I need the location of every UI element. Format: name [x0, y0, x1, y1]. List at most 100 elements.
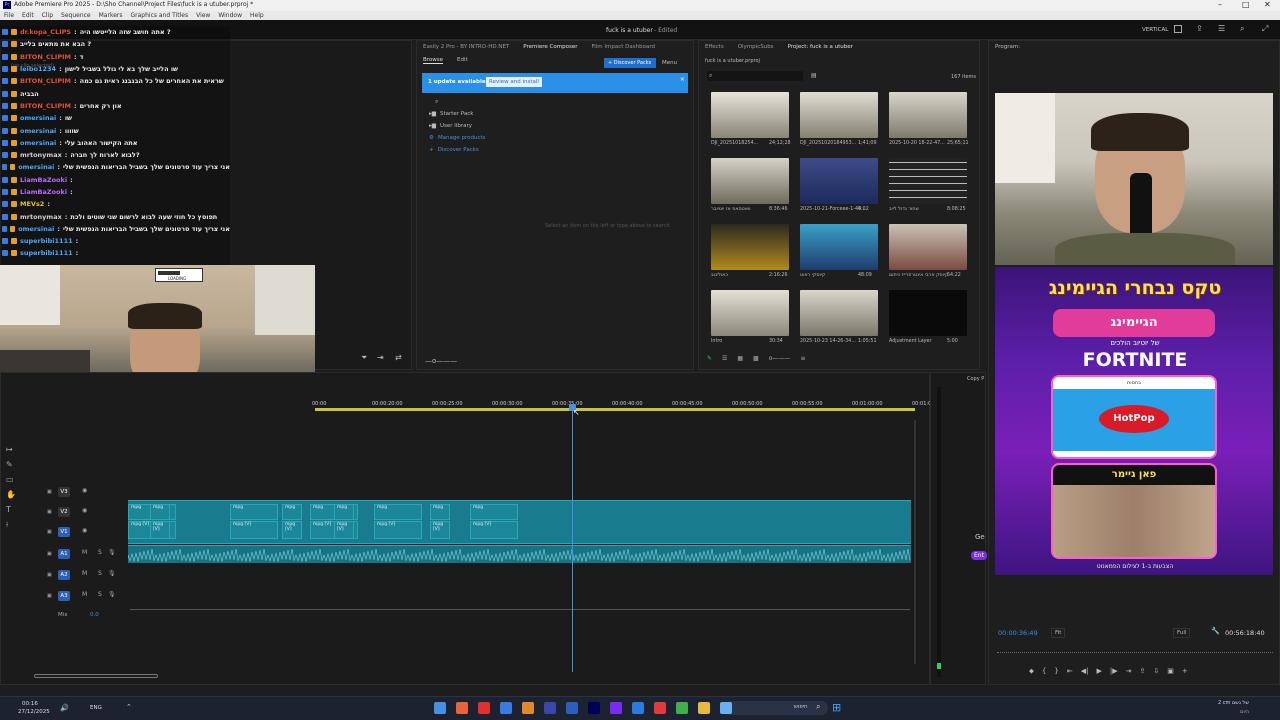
step-forward-icon[interactable]: |▶ — [1110, 667, 1118, 677]
notes-icon[interactable] — [500, 702, 512, 714]
icon-view-icon[interactable]: ▦ — [737, 355, 743, 365]
mix-value[interactable]: 0.0 — [90, 612, 99, 618]
add-icon[interactable]: + — [1182, 667, 1188, 677]
taskbar-search[interactable]: חיפוש ⌕ — [724, 701, 828, 715]
fullscreen-icon[interactable]: ⤢ — [1262, 24, 1268, 34]
chat-username[interactable]: superbibi1111 — [20, 249, 73, 257]
hamburger-icon[interactable]: ☰ — [1218, 24, 1225, 33]
lock-icon[interactable]: ▣ — [47, 489, 52, 495]
video-clip[interactable]: mpg [V] — [374, 521, 422, 539]
video-clip[interactable]: mpg — [430, 504, 450, 520]
panel-toggle-icon[interactable] — [1174, 25, 1182, 33]
chat-username[interactable]: LiamBaZooki — [20, 176, 67, 184]
clock-date[interactable]: 27/12/2025 — [18, 709, 50, 715]
assistant-icon[interactable] — [434, 702, 446, 714]
solo-icon[interactable]: S — [98, 549, 102, 556]
freeform-view-icon[interactable]: ▩ — [753, 355, 759, 365]
track-name[interactable]: V3 — [58, 487, 70, 497]
maximize-icon[interactable]: □ — [1242, 0, 1250, 9]
video-clip[interactable]: mpg [V] — [150, 521, 170, 539]
project-item-thumbnail[interactable] — [889, 158, 967, 204]
menu-item-markers[interactable]: Markers — [99, 12, 123, 19]
eye-icon[interactable]: ◉ — [82, 527, 87, 534]
project-item-thumbnail[interactable] — [711, 92, 789, 138]
tray-chevron-icon[interactable]: ⌃ — [126, 703, 132, 711]
composer-tab[interactable]: Premiere Composer — [523, 44, 577, 50]
track-name[interactable]: A1 — [58, 549, 70, 559]
tab-browse[interactable]: Browse — [423, 57, 444, 64]
program-scrubber[interactable] — [997, 645, 1273, 653]
chat-username[interactable]: omersinai — [20, 114, 56, 122]
razor-icon[interactable]: ⟊ — [6, 520, 20, 530]
menu-item-window[interactable]: Window — [218, 12, 242, 19]
discord-icon[interactable] — [610, 702, 622, 714]
solo-icon[interactable]: S — [98, 591, 102, 598]
eye-icon[interactable]: ◉ — [82, 507, 87, 514]
mute-icon[interactable]: M — [82, 570, 87, 577]
browser-icon[interactable] — [720, 702, 732, 714]
video-clip[interactable]: mpg — [374, 504, 422, 520]
extract-icon[interactable]: ⇩ — [1153, 667, 1159, 677]
fit-select[interactable]: Fit — [1051, 628, 1066, 638]
zoom-slider[interactable]: o——— — [769, 355, 791, 365]
chat-username[interactable]: BITON_CLIPIM — [20, 53, 71, 61]
steam-icon[interactable] — [632, 702, 644, 714]
type-icon[interactable]: T — [6, 505, 20, 514]
close-icon[interactable]: ✕ — [1264, 0, 1271, 9]
project-tab[interactable]: Project: fuck is a utuber — [788, 44, 853, 50]
menu-item-graphics-and-titles[interactable]: Graphics and Titles — [131, 12, 189, 19]
chat-username[interactable]: superbibi1111 — [20, 237, 73, 245]
photoshop-icon[interactable] — [544, 702, 556, 714]
go-to-out-icon[interactable]: ⇥ — [1126, 667, 1132, 677]
composer-tab[interactable]: Easily 2 Pro - BY INTRO-HD.NET — [423, 44, 509, 50]
minimize-icon[interactable]: – — [1218, 0, 1222, 9]
audio-clips-strip[interactable] — [128, 545, 911, 563]
menu-item-edit[interactable]: Edit — [22, 12, 34, 19]
menu-item-help[interactable]: Help — [250, 12, 264, 19]
mark-in-icon[interactable]: { — [1042, 667, 1046, 677]
lock-icon[interactable]: ▣ — [47, 551, 52, 557]
play-icon[interactable]: ▶ — [1096, 667, 1101, 677]
mute-icon[interactable]: M — [82, 591, 87, 598]
mute-icon[interactable]: M — [82, 549, 87, 556]
tree-item[interactable]: ▸▆ User library — [429, 123, 519, 135]
premiere-icon[interactable] — [588, 702, 600, 714]
discover-packs-button[interactable]: + Discover Packs — [604, 58, 656, 68]
menu-item-view[interactable]: View — [196, 12, 210, 19]
tab-edit[interactable]: Edit — [457, 57, 468, 64]
track-header-v1[interactable]: ▣ V1 ◉ — [26, 524, 128, 544]
filter-icon[interactable]: ⏷ — [361, 353, 367, 363]
video-clip[interactable]: mpg [V] — [230, 521, 278, 539]
language-indicator[interactable]: ENG — [90, 705, 102, 711]
app-icon[interactable] — [566, 702, 578, 714]
menu-button[interactable]: Menu — [662, 60, 677, 66]
video-clip[interactable]: mpg — [230, 504, 278, 520]
project-tab[interactable]: OlympicSubs — [738, 44, 774, 50]
playhead[interactable] — [572, 405, 573, 672]
menu-item-sequence[interactable]: Sequence — [61, 12, 91, 19]
track-name[interactable]: V1 — [58, 527, 70, 537]
weather-text[interactable]: 2 cm של גשם — [1218, 700, 1249, 706]
hand-icon[interactable]: ✋ — [6, 490, 20, 499]
project-item-thumbnail[interactable] — [711, 158, 789, 204]
video-clip[interactable]: mpg [V] — [282, 521, 302, 539]
project-item-thumbnail[interactable] — [711, 290, 789, 336]
track-name[interactable]: A2 — [58, 570, 70, 580]
video-clip[interactable]: mpg — [282, 504, 302, 520]
chat-username[interactable]: BITON_CLIPIM — [20, 77, 71, 85]
chat-username[interactable]: dr.kopa_CLIPS — [20, 28, 71, 36]
chat-username[interactable]: omersinai — [20, 139, 56, 147]
lock-icon[interactable]: ▣ — [47, 509, 52, 515]
zoom-slider[interactable]: —o——— — [425, 357, 457, 365]
resolution-select[interactable]: Full — [1173, 628, 1191, 638]
video-clip[interactable]: mpg — [470, 504, 518, 520]
search-icon[interactable]: ⌕ — [1240, 24, 1244, 34]
track-header-v3[interactable]: ▣ V3 ◉ — [26, 484, 128, 504]
project-item-thumbnail[interactable] — [889, 224, 967, 270]
windows-start-icon[interactable]: ⊞ — [832, 701, 841, 714]
chat-username[interactable]: omersinai — [18, 225, 54, 233]
marker-icon[interactable]: ⬥ — [1029, 667, 1034, 677]
tree-item[interactable]: ▸▆ Starter Pack — [429, 111, 519, 123]
chat-username[interactable]: omersinai — [20, 127, 56, 135]
program-timecode[interactable]: 00:00:36:49 — [998, 629, 1038, 637]
